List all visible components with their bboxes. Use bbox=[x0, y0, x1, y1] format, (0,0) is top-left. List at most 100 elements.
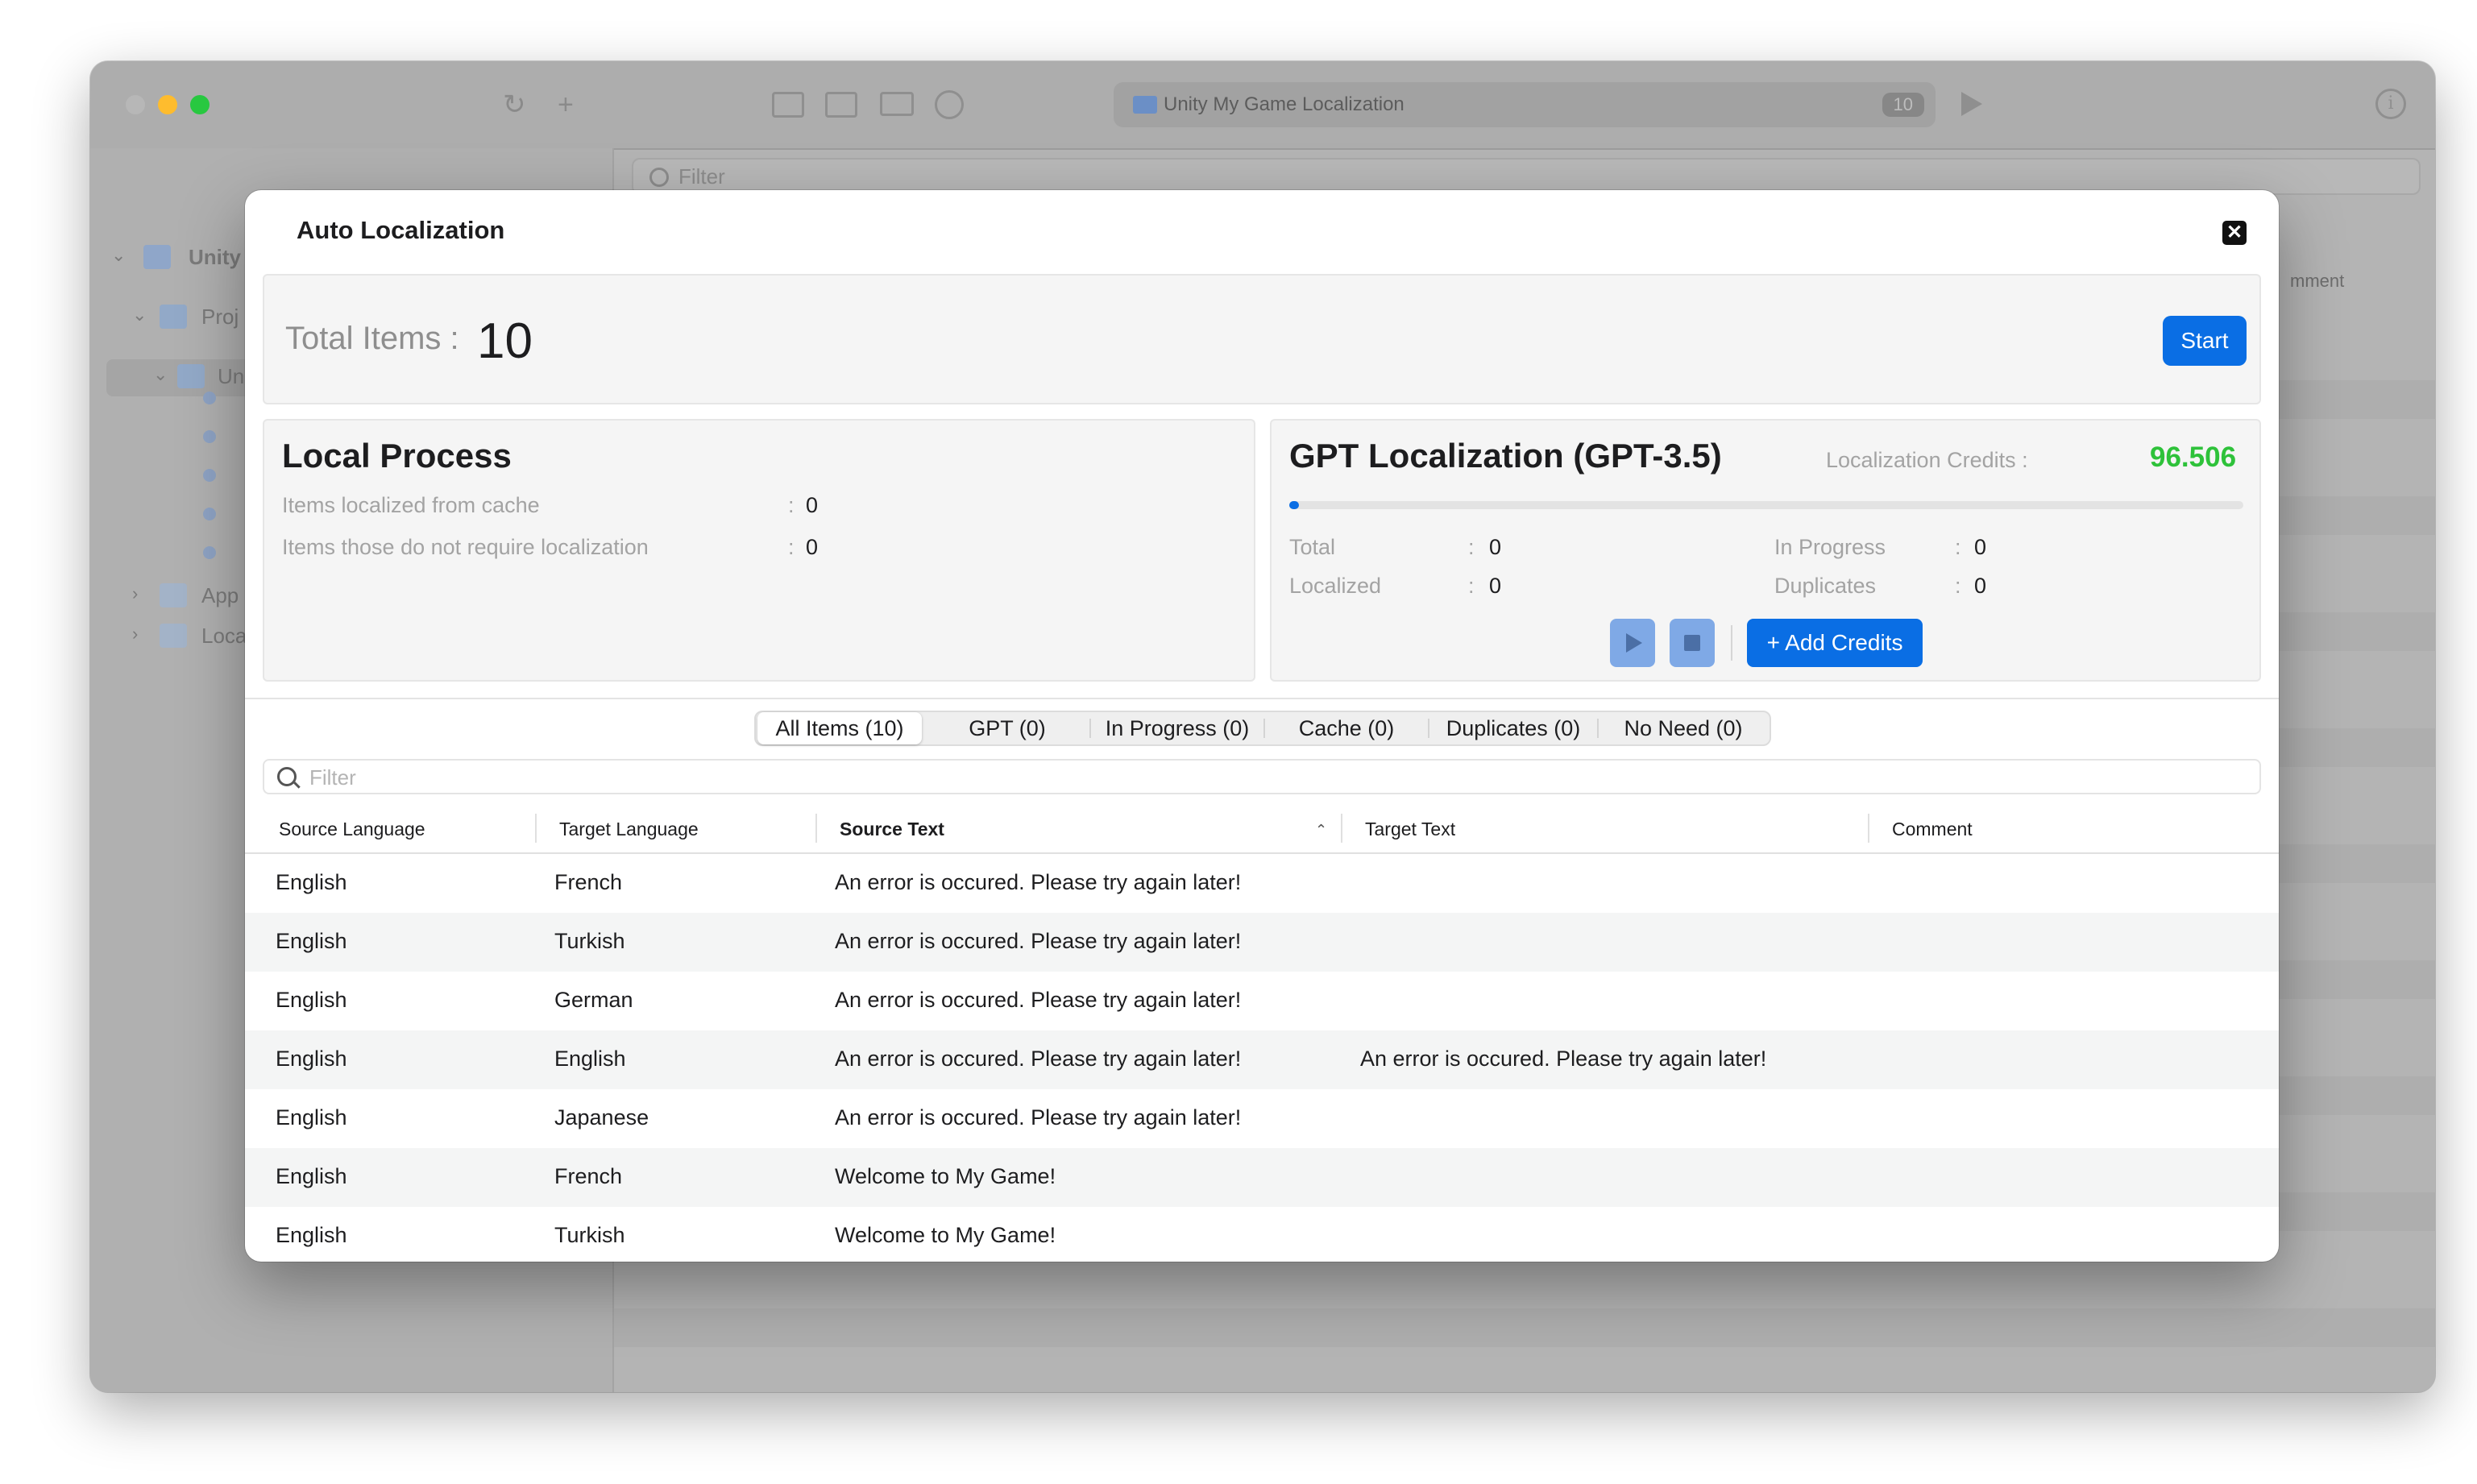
cell-source-language: English bbox=[276, 929, 347, 953]
table-row[interactable]: English English An error is occured. Pleas… bbox=[245, 1030, 2279, 1089]
tab-duplicates[interactable]: Duplicates (0) bbox=[1429, 712, 1597, 744]
column-divider bbox=[1341, 814, 1342, 843]
table-row[interactable]: English Turkish An error is occured. Pleas… bbox=[245, 913, 2279, 972]
tab-gpt[interactable]: GPT (0) bbox=[925, 712, 1089, 744]
tab-cache[interactable]: Cache (0) bbox=[1265, 712, 1428, 744]
close-icon[interactable]: ✕ bbox=[2222, 221, 2247, 245]
entry-dot-icon bbox=[203, 546, 216, 559]
filter-input[interactable] bbox=[308, 764, 2229, 791]
chevron-right-icon: › bbox=[132, 583, 139, 603]
image-icon bbox=[160, 624, 187, 648]
play-button[interactable] bbox=[1610, 619, 1655, 667]
play-icon bbox=[1626, 633, 1642, 653]
cell-source-language: English bbox=[276, 988, 347, 1012]
info-icon[interactable]: i bbox=[2375, 89, 2406, 119]
chevron-down-icon: ⌄ bbox=[132, 305, 147, 325]
tab-all-items[interactable]: All Items (10) bbox=[757, 712, 922, 744]
tab-in-progress[interactable]: In Progress (0) bbox=[1091, 712, 1263, 744]
local-process-title: Local Process bbox=[282, 437, 512, 475]
control-separator bbox=[1731, 625, 1732, 661]
duplicates-stat-value: 0 bbox=[1974, 574, 1987, 598]
cell-target-language: German bbox=[554, 988, 633, 1012]
total-items-panel: Total Items : 10 Start bbox=[263, 274, 2261, 404]
sidebar-item-label: Proj bbox=[201, 305, 239, 329]
localized-stat-label: Localized bbox=[1289, 574, 1382, 598]
zoom-window-button[interactable] bbox=[190, 95, 210, 114]
folder-icon bbox=[160, 305, 187, 329]
separator-colon: : bbox=[1468, 535, 1475, 559]
close-window-button[interactable] bbox=[126, 95, 145, 114]
table-row[interactable]: English French Welcome to My Game! bbox=[245, 1148, 2279, 1207]
column-source-text[interactable]: Source Text bbox=[840, 819, 944, 840]
table-row[interactable]: English German An error is occured. Please… bbox=[245, 972, 2279, 1030]
entry-dot-icon bbox=[203, 469, 216, 482]
cell-source-text: Welcome to My Game! bbox=[835, 1223, 1056, 1247]
section-divider bbox=[245, 698, 2279, 699]
add-credits-button[interactable]: + Add Credits bbox=[1747, 619, 1923, 667]
entry-dot-icon bbox=[203, 508, 216, 520]
stop-button[interactable] bbox=[1670, 619, 1715, 667]
credits-label: Localization Credits : bbox=[1826, 448, 2028, 472]
cell-target-language: English bbox=[554, 1047, 626, 1071]
column-target-text[interactable]: Target Text bbox=[1365, 819, 1455, 840]
cell-source-language: English bbox=[276, 1223, 347, 1247]
cell-source-text: Welcome to My Game! bbox=[835, 1164, 1056, 1188]
cell-source-language: English bbox=[276, 1047, 347, 1071]
cell-source-text: An error is occured. Please try again la… bbox=[835, 870, 1242, 894]
table-row[interactable]: English French An error is occured. Please… bbox=[245, 854, 2279, 913]
minimize-window-button[interactable] bbox=[158, 95, 177, 114]
cell-target-language: Japanese bbox=[554, 1105, 649, 1130]
sidebar-root-label: Unity bbox=[189, 245, 241, 269]
no-localization-items-label: Items those do not require localization bbox=[282, 535, 649, 559]
table-row[interactable]: English Turkish Welcome to My Game! bbox=[245, 1207, 2279, 1262]
sidebar-item-label: Un bbox=[218, 364, 245, 388]
items-filter-field bbox=[263, 759, 2261, 794]
sidebar-item-label: App bbox=[201, 583, 239, 607]
chevron-right-icon: › bbox=[132, 624, 139, 644]
refresh-icon[interactable]: ↻ bbox=[503, 90, 526, 119]
cell-target-text: An error is occured. Please try again la… bbox=[1360, 1047, 1767, 1071]
separator-colon: : bbox=[1468, 574, 1475, 598]
sort-ascending-icon: ⌃ bbox=[1315, 822, 1328, 838]
progress-fill bbox=[1289, 501, 1299, 509]
project-title: Unity My Game Localization bbox=[1164, 93, 1404, 115]
project-address-bar[interactable]: Unity My Game Localization 10 bbox=[1114, 82, 1936, 127]
column-target-language[interactable]: Target Language bbox=[559, 819, 699, 840]
separator-colon: : bbox=[1955, 535, 1961, 559]
cell-source-text: An error is occured. Please try again la… bbox=[835, 1105, 1242, 1130]
cell-source-text: An error is occured. Please try again la… bbox=[835, 988, 1242, 1012]
column-comment[interactable]: Comment bbox=[1892, 819, 1973, 840]
cell-source-language: English bbox=[276, 1105, 347, 1130]
column-divider bbox=[1868, 814, 1869, 843]
folder-icon bbox=[177, 364, 205, 388]
rectangle-icon[interactable] bbox=[880, 92, 914, 116]
total-items-label: Total Items : bbox=[285, 321, 459, 356]
separator-colon: : bbox=[1955, 574, 1961, 598]
column-source-language[interactable]: Source Language bbox=[279, 819, 425, 840]
start-button[interactable]: Start bbox=[2163, 316, 2247, 366]
filter-icon bbox=[649, 168, 669, 187]
circle-icon[interactable] bbox=[935, 90, 964, 119]
cache-items-value: 0 bbox=[806, 493, 819, 517]
table-row[interactable]: English Japanese An error is occured. Plea… bbox=[245, 1089, 2279, 1148]
tab-no-need[interactable]: No Need (0) bbox=[1599, 712, 1768, 744]
chevron-down-icon: ⌄ bbox=[153, 364, 168, 384]
cell-target-language: Turkish bbox=[554, 929, 625, 953]
gpt-localization-title: GPT Localization (GPT-3.5) bbox=[1289, 437, 1722, 475]
image-icon[interactable] bbox=[825, 92, 857, 118]
localization-progress-bar bbox=[1289, 501, 2243, 509]
chevron-down-icon: ⌄ bbox=[111, 245, 127, 265]
separator-colon: : bbox=[788, 535, 795, 559]
run-icon[interactable] bbox=[1961, 92, 1982, 116]
dialog-title: Auto Localization bbox=[297, 216, 505, 244]
cell-source-language: English bbox=[276, 1164, 347, 1188]
entry-dot-icon bbox=[203, 392, 216, 404]
separator-colon: : bbox=[788, 493, 795, 517]
localization-icon bbox=[143, 245, 171, 269]
text-icon[interactable] bbox=[772, 92, 804, 118]
entry-dot-icon bbox=[203, 430, 216, 443]
add-icon[interactable]: + bbox=[558, 90, 574, 119]
cache-items-label: Items localized from cache bbox=[282, 493, 540, 517]
search-icon bbox=[277, 767, 297, 786]
grid-icon bbox=[160, 583, 187, 607]
